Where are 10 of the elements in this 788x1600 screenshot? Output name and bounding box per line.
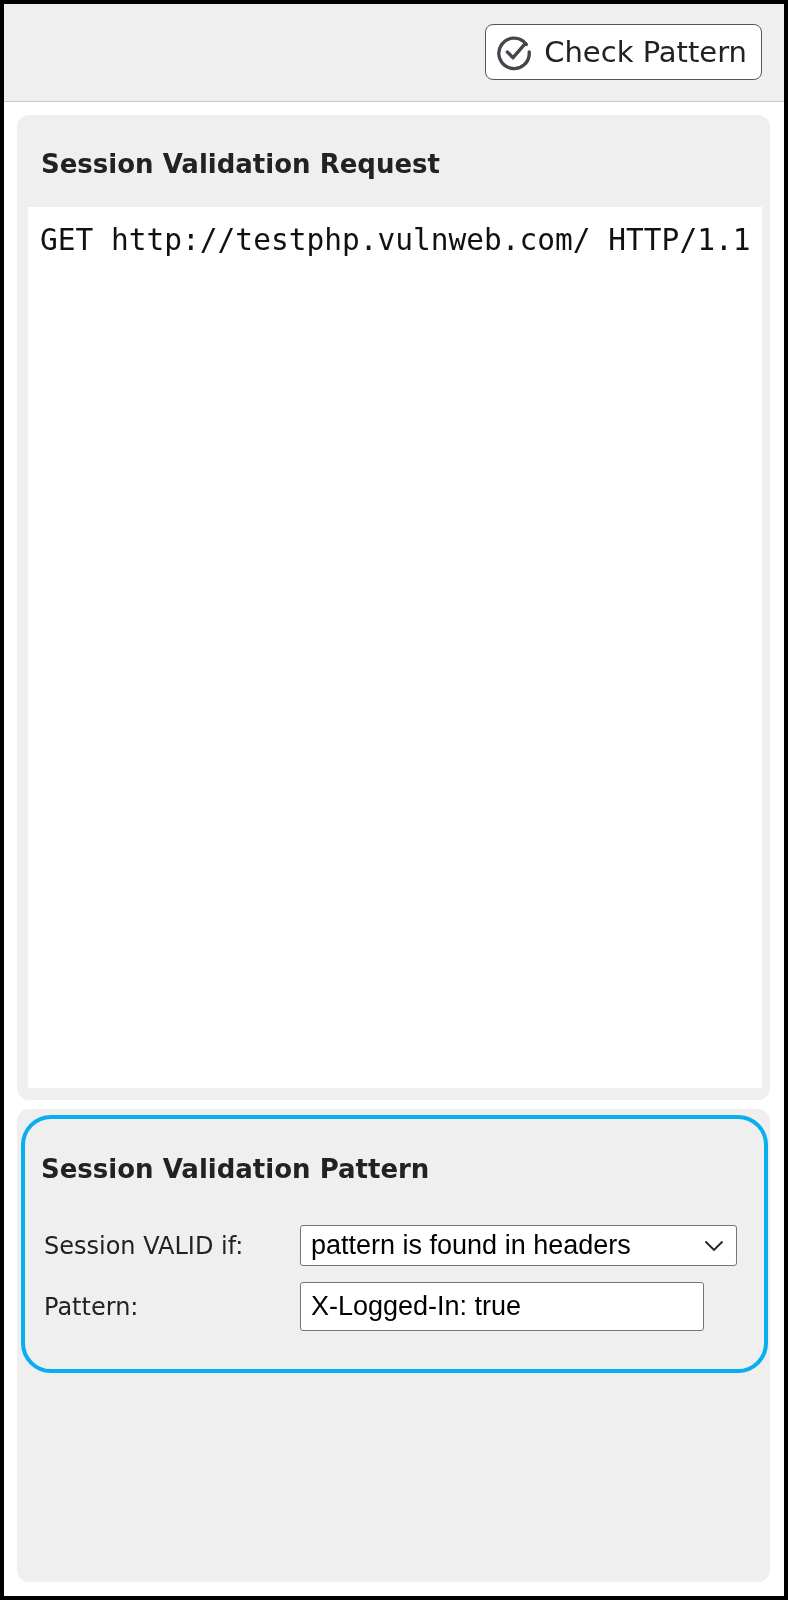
- chevron-down-icon: [704, 1239, 724, 1252]
- section-title: Session Validation Pattern: [41, 1153, 431, 1186]
- circle-check-icon: [495, 33, 534, 71]
- panel-title: Session Validation Request: [40, 148, 441, 181]
- request-editor[interactable]: GET http://testphp.vulnweb.com/ HTTP/1.1: [28, 207, 762, 1088]
- field-label: Pattern:: [44, 1292, 140, 1321]
- check-pattern-button[interactable]: Check Pattern: [485, 24, 762, 80]
- condition-select[interactable]: pattern is found in headers: [300, 1225, 737, 1266]
- pattern-input[interactable]: X-Logged-In: true: [300, 1282, 704, 1331]
- field-label: Session VALID if:: [44, 1231, 245, 1260]
